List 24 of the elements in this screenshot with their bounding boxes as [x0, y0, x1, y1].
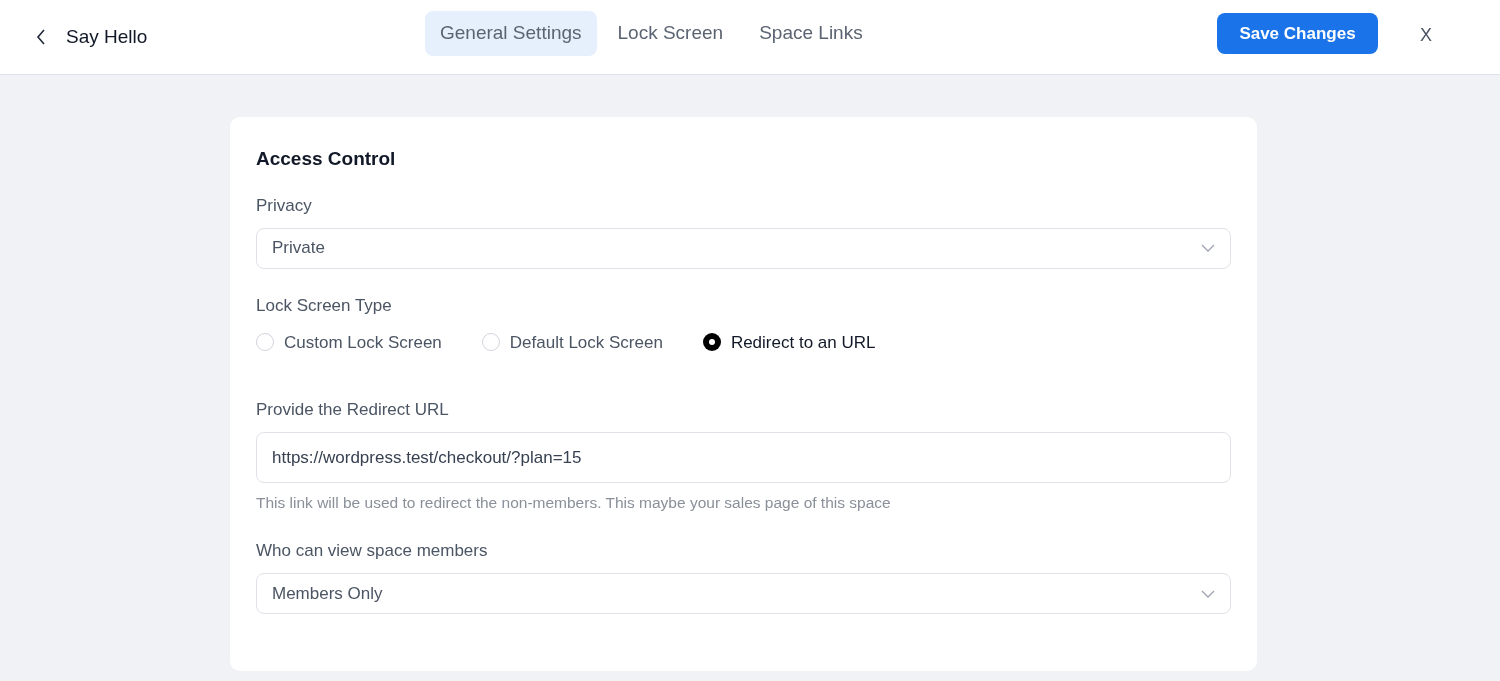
radio-option[interactable]: Default Lock Screen: [481, 329, 663, 355]
page-title: Say Hello: [66, 24, 148, 49]
chevron-down-icon: [1201, 589, 1215, 598]
help-text: This link will be used to redirect the non-members. This maybe your sales page of this space: [256, 493, 892, 513]
field-label: Lock Screen Type: [256, 294, 393, 317]
radio-button[interactable]: [256, 333, 274, 352]
tab[interactable]: General Settings: [425, 11, 597, 56]
field-label: Privacy: [256, 194, 313, 217]
chevron-down-icon: [1201, 244, 1215, 252]
section-title: Access Control: [256, 147, 397, 171]
save-button[interactable]: Save Changes: [1217, 13, 1378, 54]
select-field[interactable]: Members Only: [256, 573, 1231, 615]
back-icon[interactable]: [36, 29, 46, 45]
field-label: Provide the Redirect URL: [256, 399, 450, 421]
select-field[interactable]: Private: [256, 227, 1231, 269]
tab[interactable]: Space Links: [744, 11, 878, 56]
radio-button[interactable]: [702, 333, 721, 352]
field-label: Who can view space members: [256, 540, 489, 563]
url-input-field[interactable]: https://wordpress.test/checkout/?plan=15: [256, 432, 1231, 483]
close-button[interactable]: X: [1420, 22, 1432, 49]
tab[interactable]: Lock Screen: [602, 11, 739, 56]
radio-option[interactable]: Custom Lock Screen: [256, 329, 442, 355]
radio-button[interactable]: [481, 333, 500, 352]
radio-option[interactable]: Redirect to an URL: [702, 329, 876, 355]
